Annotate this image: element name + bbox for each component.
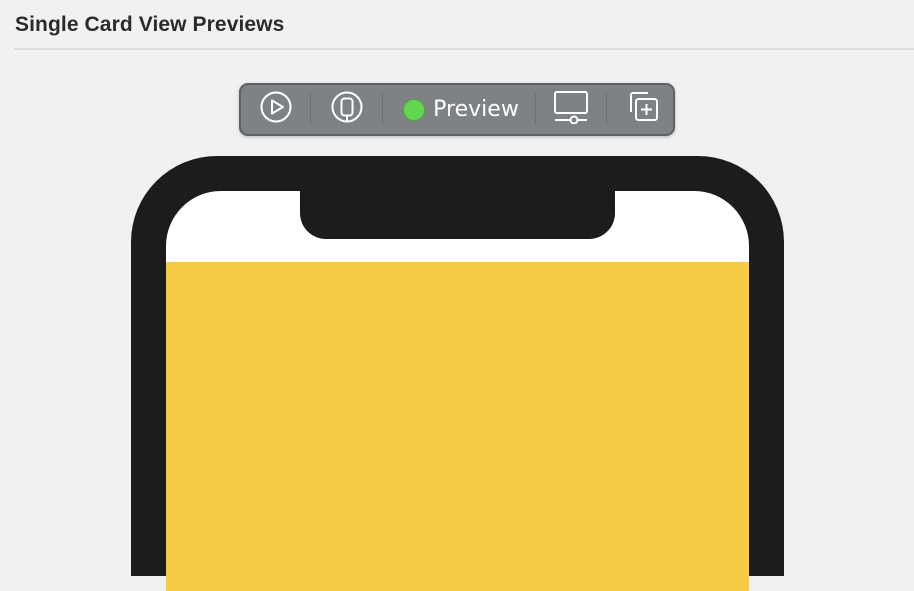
toolbar-separator bbox=[382, 94, 383, 125]
preview-toolbar: Preview bbox=[239, 83, 675, 136]
preview-status-indicator bbox=[403, 98, 426, 121]
device-notch bbox=[300, 189, 615, 239]
card-view bbox=[166, 262, 749, 591]
preview-mode-button[interactable]: Preview bbox=[391, 85, 531, 134]
device-select-icon bbox=[330, 90, 364, 129]
duplicate-preview-button[interactable] bbox=[623, 85, 663, 134]
canvas-title: Single Card View Previews bbox=[15, 13, 285, 36]
device-frame bbox=[131, 156, 784, 591]
selectable-mode-button[interactable] bbox=[327, 85, 367, 134]
device-settings-button[interactable] bbox=[551, 85, 591, 134]
duplicate-preview-icon bbox=[626, 90, 660, 129]
toolbar-separator bbox=[535, 94, 536, 125]
device-screen bbox=[166, 191, 749, 591]
toolbar-separator bbox=[606, 94, 607, 125]
live-preview-button[interactable] bbox=[256, 85, 296, 134]
title-divider bbox=[14, 48, 914, 50]
device-settings-icon bbox=[553, 90, 589, 129]
toolbar-separator bbox=[310, 94, 311, 125]
play-circle-icon bbox=[259, 90, 293, 129]
preview-label: Preview bbox=[433, 97, 519, 122]
